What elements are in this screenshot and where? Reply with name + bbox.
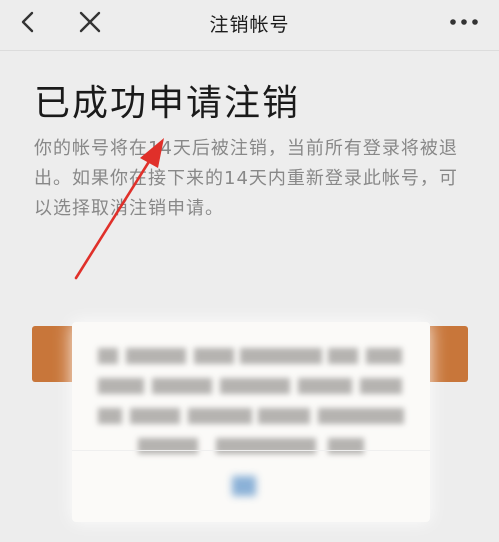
- more-button[interactable]: [446, 8, 482, 36]
- nav-divider: [0, 50, 499, 51]
- more-icon: [450, 19, 478, 25]
- blurred-dialog-button[interactable]: [232, 476, 256, 496]
- navigation-bar: 注销帐号: [0, 0, 499, 44]
- red-arrow-annotation: [74, 138, 164, 280]
- dialog-divider: [72, 450, 430, 451]
- blurred-dialog: [72, 322, 430, 522]
- nav-title: 注销帐号: [209, 14, 290, 36]
- blurred-text: [98, 344, 408, 464]
- page-title: 已成功申请注销: [34, 83, 301, 124]
